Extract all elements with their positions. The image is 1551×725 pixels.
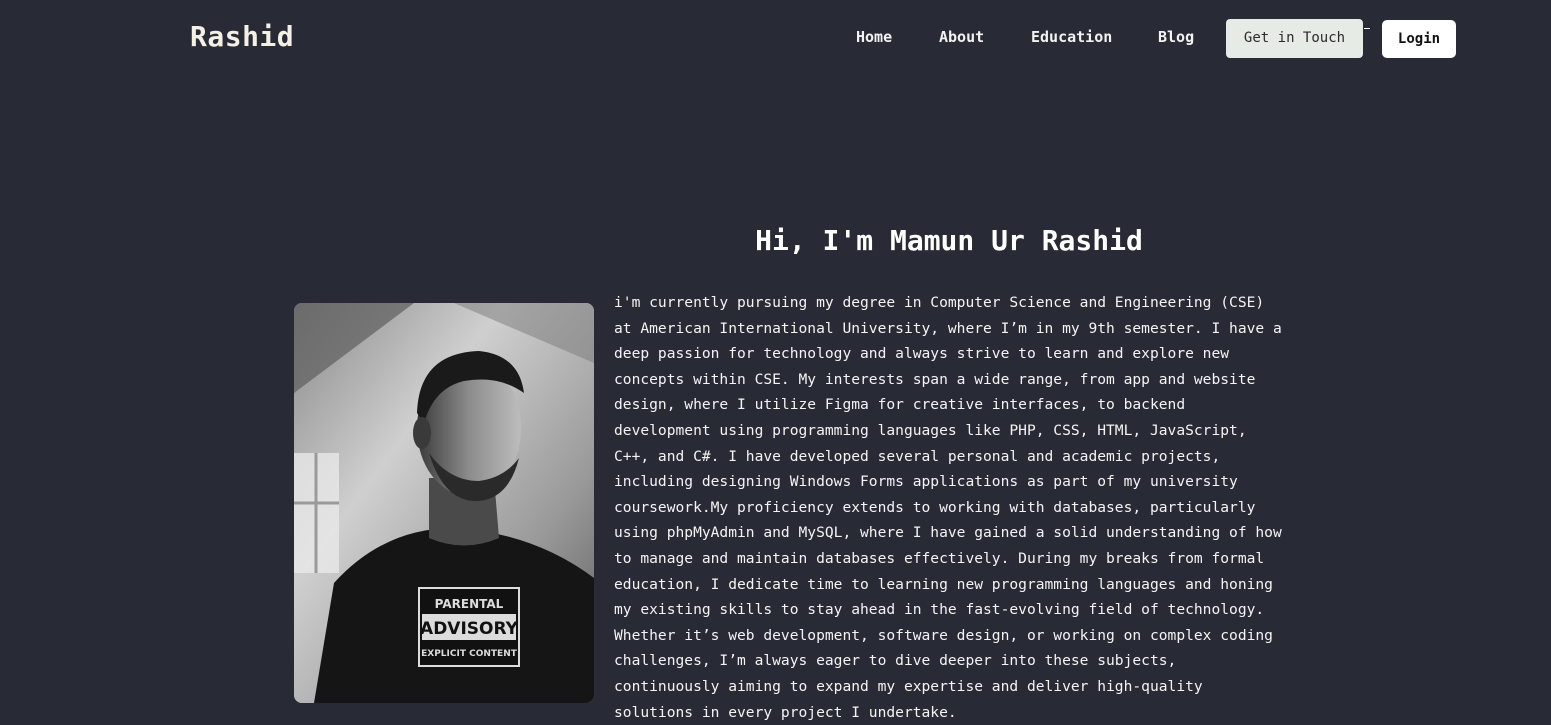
profile-photo-illustration: PARENTAL ADVISORY EXPLICIT CONTENT bbox=[294, 303, 594, 703]
profile-photo: PARENTAL ADVISORY EXPLICIT CONTENT bbox=[294, 303, 594, 703]
login-button[interactable]: Login bbox=[1382, 20, 1456, 58]
bio-line: to manage and maintain databases effecti… bbox=[614, 549, 1265, 567]
svg-text:PARENTAL: PARENTAL bbox=[435, 597, 504, 611]
bio-line: challenges, I’m always eager to dive dee… bbox=[614, 652, 1177, 670]
bio-line: design, where I utilize Figma for creati… bbox=[614, 396, 1186, 414]
bio-line: deep passion for technology and always s… bbox=[614, 345, 1230, 363]
nav-link-education[interactable]: Education bbox=[1031, 28, 1112, 46]
svg-text:EXPLICIT CONTENT: EXPLICIT CONTENT bbox=[421, 649, 518, 659]
bio-line: education, I dedicate time to learning n… bbox=[614, 575, 1273, 593]
bio-line: development using programming languages … bbox=[614, 421, 1247, 439]
nav-link-home[interactable]: Home bbox=[856, 28, 892, 46]
bio-line: coursework.My proficiency extends to wor… bbox=[614, 498, 1256, 516]
bio-line: continuously aiming to expand my experti… bbox=[614, 677, 1203, 695]
divider-mark bbox=[1364, 28, 1370, 29]
bio-line: using phpMyAdmin and MySQL, where I have… bbox=[614, 524, 1282, 542]
bio-line: at American International University, wh… bbox=[614, 319, 1282, 337]
get-in-touch-button[interactable]: Get in Touch bbox=[1226, 19, 1363, 58]
bio-line: concepts within CSE. My interests span a… bbox=[614, 370, 1256, 388]
hero-title: Hi, I'm Mamun Ur Rashid bbox=[755, 224, 1143, 257]
bio-line: my existing skills to stay ahead in the … bbox=[614, 601, 1265, 619]
bio-line: including designing Windows Forms applic… bbox=[614, 473, 1238, 491]
bio-line: i'm currently pursuing my degree in Comp… bbox=[614, 294, 1265, 311]
svg-text:ADVISORY: ADVISORY bbox=[420, 619, 519, 639]
bio-paragraph: i'm currently pursuing my degree in Comp… bbox=[614, 290, 1294, 725]
navbar: Rashid Home About Education Blog Get in … bbox=[0, 0, 1551, 78]
bio-line: C++, and C#. I have developed several pe… bbox=[614, 447, 1221, 465]
bio-line: Whether it’s web development, software d… bbox=[614, 626, 1273, 644]
brand-logo[interactable]: Rashid bbox=[190, 20, 294, 53]
nav-link-blog[interactable]: Blog bbox=[1158, 28, 1194, 46]
nav-link-about[interactable]: About bbox=[939, 28, 984, 46]
shirt-logo: PARENTAL ADVISORY EXPLICIT CONTENT bbox=[418, 587, 520, 667]
bio-line: solutions in every project I undertake. bbox=[614, 703, 957, 721]
